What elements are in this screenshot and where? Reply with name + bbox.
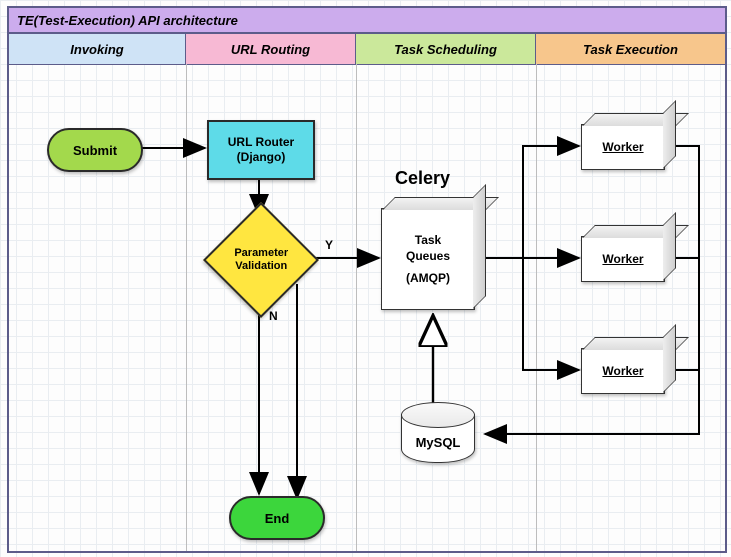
node-url-router: URL Router (Django) [207,120,315,180]
node-end: End [229,496,325,540]
mysql-label: MySQL [416,435,461,450]
param-validation-line2: Validation [235,260,287,272]
lane-header-execution: Task Execution [536,34,725,64]
edge-label-no: N [269,309,278,323]
url-router-line1: URL Router [228,135,294,149]
url-router-line2: (Django) [237,150,286,164]
task-queues-line2: Queues [406,248,450,264]
worker1-label: Worker [602,139,643,155]
lane-header-routing: URL Routing [186,34,356,64]
lane-header-invoking: Invoking [9,34,186,64]
celery-group-label: Celery [395,168,450,189]
node-task-queues: Task Queues (AMQP) [381,208,475,310]
node-parameter-validation: Parameter Validation [203,202,319,318]
diagram-title: TE(Test-Execution) API architecture [9,8,725,34]
worker3-label: Worker [602,363,643,379]
node-worker-3: Worker [581,348,665,394]
lane-header-scheduling: Task Scheduling [356,34,536,64]
worker2-label: Worker [602,251,643,267]
node-worker-2: Worker [581,236,665,282]
node-submit: Submit [47,128,143,172]
edge-label-yes: Y [325,238,333,252]
node-mysql: MySQL [401,414,475,463]
param-validation-line1: Parameter [234,247,288,259]
task-queues-line3: (AMQP) [406,270,450,286]
node-worker-1: Worker [581,124,665,170]
task-queues-line1: Task [415,232,441,248]
